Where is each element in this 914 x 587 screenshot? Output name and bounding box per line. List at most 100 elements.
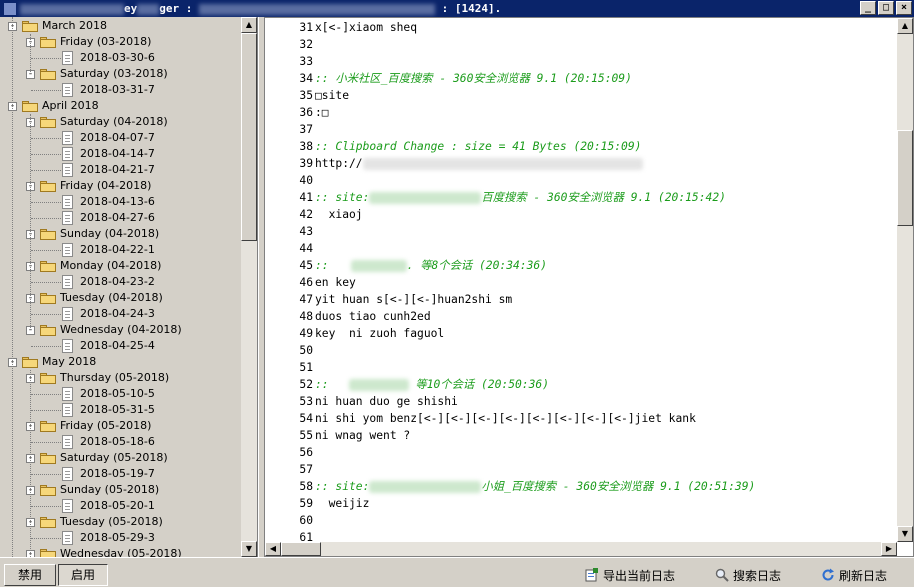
scroll-right-button[interactable]: ▶ [881, 542, 897, 556]
tree-file-label: 2018-04-27-6 [80, 211, 155, 224]
tree-day-node[interactable]: - Saturday (03-2018) [0, 66, 240, 82]
folder-icon [40, 68, 56, 80]
tree-day-node[interactable]: - Tuesday (05-2018) [0, 514, 240, 530]
line-number-gutter: 31 32 33 34 35 36 37 38 39 40 41 42 43 44 45 46 47 48 49 50… [265, 18, 313, 544]
window-controls: _ □ × [860, 1, 912, 15]
tree-file-item[interactable]: 2018-05-20-1 [0, 498, 240, 514]
tree-day-node[interactable]: - Saturday (04-2018) [0, 114, 240, 130]
maximize-button[interactable]: □ [878, 1, 894, 15]
tree-day-node[interactable]: - Saturday (05-2018) [0, 450, 240, 466]
tree-file-item[interactable]: 2018-05-18-6 [0, 434, 240, 450]
export-log-button[interactable]: 导出当前日志 [585, 568, 675, 584]
tree-connector [31, 58, 61, 59]
tree-node-label: Saturday (04-2018) [60, 115, 168, 128]
log-file-icon [62, 339, 73, 353]
tree-file-item[interactable]: 2018-04-13-6 [0, 194, 240, 210]
log-text-line: xiaoj [315, 206, 363, 223]
tree-file-item[interactable]: 2018-05-10-5 [0, 386, 240, 402]
tree-file-item[interactable]: 2018-04-07-7 [0, 130, 240, 146]
tree-connector [30, 114, 31, 330]
tree-day-node[interactable]: - Thursday (05-2018) [0, 370, 240, 386]
tree-file-item[interactable]: 2018-04-25-4 [0, 338, 240, 354]
horizontal-scroll-thumb[interactable] [281, 542, 321, 556]
log-file-icon [62, 307, 73, 321]
log-file-icon [62, 83, 73, 97]
tree-node-label: Tuesday (04-2018) [60, 291, 163, 304]
editor-scroll-up-button[interactable]: ▲ [897, 18, 913, 34]
tree-day-node[interactable]: - Wednesday (04-2018) [0, 322, 240, 338]
log-text-line: en key [315, 274, 356, 291]
bottom-toolbar: 禁用 启用 导出当前日志 搜索日志 刷新日志 [0, 557, 914, 587]
tree-day-node[interactable]: - Friday (03-2018) [0, 34, 240, 50]
title-redaction [20, 3, 124, 15]
scroll-thumb[interactable] [241, 33, 257, 241]
tree-file-item[interactable]: 2018-04-22-1 [0, 242, 240, 258]
tree-node-label: Sunday (04-2018) [60, 227, 160, 240]
enable-button[interactable]: 启用 [58, 564, 108, 586]
log-file-icon [62, 403, 73, 417]
tree-day-node[interactable]: - Friday (04-2018) [0, 178, 240, 194]
line-number: 55 [299, 429, 313, 442]
line-text: ni huan duo ge shishi [315, 395, 458, 408]
editor-scroll-thumb[interactable] [897, 130, 913, 226]
tree-file-item[interactable]: 2018-04-24-3 [0, 306, 240, 322]
refresh-icon [821, 568, 835, 582]
tree-day-node[interactable]: - Sunday (04-2018) [0, 226, 240, 242]
line-number: 57 [299, 463, 313, 476]
folder-icon [22, 356, 38, 368]
redacted-text [350, 260, 407, 272]
tree-file-item[interactable]: 2018-04-23-2 [0, 274, 240, 290]
tree-file-item[interactable]: 2018-03-31-7 [0, 82, 240, 98]
editor-horizontal-scrollbar[interactable]: ◀ ▶ [265, 542, 897, 556]
search-log-button[interactable]: 搜索日志 [715, 568, 781, 584]
tree-file-item[interactable]: 2018-05-31-5 [0, 402, 240, 418]
close-button[interactable]: × [896, 1, 912, 15]
editor-vertical-scrollbar[interactable]: ▲ ▼ [897, 18, 913, 542]
tree-connector [31, 282, 61, 283]
tree-file-item[interactable]: 2018-05-19-7 [0, 466, 240, 482]
tree-day-node[interactable]: - Wednesday (05-2018) [0, 546, 240, 557]
folder-icon [22, 20, 38, 32]
line-number: 42 [299, 208, 313, 221]
tree-file-item[interactable]: 2018-04-21-7 [0, 162, 240, 178]
line-text: ni wnag went ? [315, 429, 411, 442]
log-content[interactable]: x[<-]xiaom sheq:: 小米社区_百度搜索 - 360安全浏览器 9… [313, 18, 897, 542]
tree-file-item[interactable]: 2018-05-29-3 [0, 530, 240, 546]
tree-connector [31, 218, 61, 219]
tree-day-node[interactable]: - Tuesday (04-2018) [0, 290, 240, 306]
tree-file-item[interactable]: 2018-04-14-7 [0, 146, 240, 162]
line-number: 49 [299, 327, 313, 340]
tree-day-node[interactable]: - Sunday (05-2018) [0, 482, 240, 498]
folder-icon [40, 484, 56, 496]
tree-connector [31, 442, 61, 443]
scroll-up-button[interactable]: ▲ [241, 17, 257, 33]
folder-icon [40, 452, 56, 464]
disable-button[interactable]: 禁用 [4, 564, 56, 586]
tree-connector [30, 370, 31, 557]
log-header-line: :: Clipboard Change : size = 41 Bytes (2… [315, 138, 641, 155]
log-tree-panel: - March 2018- Friday (03-2018) 2018-03-30-6… [0, 17, 258, 557]
tree-file-label: 2018-04-22-1 [80, 243, 155, 256]
tree-month-node[interactable]: - April 2018 [0, 98, 240, 114]
scroll-down-button[interactable]: ▼ [241, 541, 257, 557]
title-part-2: ger : [159, 2, 193, 15]
tree-connector [31, 170, 61, 171]
tree-file-label: 2018-05-18-6 [80, 435, 155, 448]
tree-file-item[interactable]: 2018-03-30-6 [0, 50, 240, 66]
log-text-view[interactable]: 31 32 33 34 35 36 37 38 39 40 41 42 43 44 45 46 47 48 49 50… [264, 17, 914, 557]
tree-month-node[interactable]: - May 2018 [0, 354, 240, 370]
folder-icon [40, 260, 56, 272]
tree-file-item[interactable]: 2018-04-27-6 [0, 210, 240, 226]
editor-scroll-down-button[interactable]: ▼ [897, 526, 913, 542]
log-text-line: :□ [315, 104, 329, 121]
scroll-left-button[interactable]: ◀ [265, 542, 281, 556]
refresh-log-button[interactable]: 刷新日志 [821, 568, 887, 584]
title-part-3: : [1424]. [441, 2, 502, 15]
tree-vertical-scrollbar[interactable]: ▲ ▼ [241, 17, 257, 557]
tree-month-node[interactable]: - March 2018 [0, 18, 240, 34]
line-text: :: 小米社区_百度搜索 - 360安全浏览器 9.1 (20:15:09) [315, 72, 632, 85]
tree-day-node[interactable]: - Friday (05-2018) [0, 418, 240, 434]
tree-day-node[interactable]: - Monday (04-2018) [0, 258, 240, 274]
redacted-text [362, 158, 643, 170]
minimize-button[interactable]: _ [860, 1, 876, 15]
